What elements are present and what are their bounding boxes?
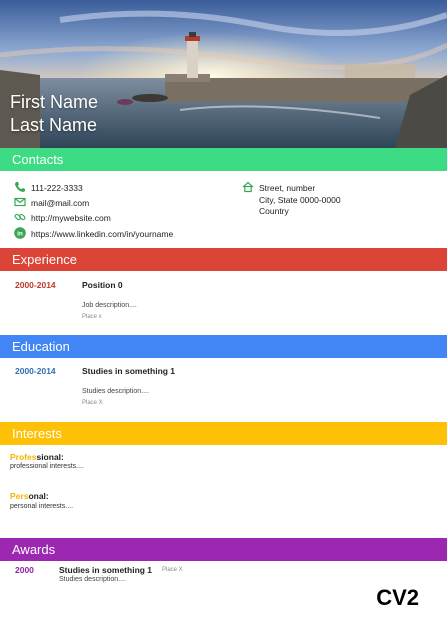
personal-label-highlight: Pers — [10, 491, 29, 501]
experience-header: Experience — [0, 248, 447, 271]
experience-description: Job description.... — [82, 302, 137, 309]
phone-icon — [15, 182, 25, 192]
experience-position: Position 0 — [82, 280, 123, 290]
contacts-header: Contacts — [0, 148, 447, 171]
personal-label-rest: onal: — [28, 491, 49, 501]
professional-label: Professional: — [10, 452, 64, 462]
address-line-1: Street, number — [259, 183, 316, 193]
education-description: Studies description.... — [82, 388, 149, 395]
first-name: First Name — [10, 92, 99, 112]
experience-dates: 2000-2014 — [15, 280, 56, 290]
svg-text:in: in — [17, 230, 23, 237]
home-icon — [242, 181, 254, 193]
link-icon — [14, 213, 26, 221]
cv-version-label: CV2 — [376, 585, 419, 610]
personal-label: Personal: — [10, 491, 49, 501]
awards-title: Studies in something 1 — [59, 565, 153, 575]
education-dates: 2000-2014 — [15, 366, 56, 376]
linkedin-icon: in — [14, 227, 26, 239]
linkedin-link[interactable]: https://www.linkedin.com/in/yourname — [31, 229, 173, 239]
education-header: Education — [0, 335, 447, 358]
personal-interests: personal interests.... — [10, 503, 74, 510]
website-link[interactable]: http://mywebsite.com — [31, 213, 111, 223]
awards-place: Place X — [162, 567, 183, 573]
address-line-3: Country — [259, 206, 289, 216]
awards-description: Studies description.... — [59, 576, 126, 583]
mail-icon — [14, 197, 26, 207]
header-photo: First Name Last Name — [0, 0, 447, 148]
email-link[interactable]: mail@mail.com — [31, 198, 89, 208]
awards-year: 2000 — [15, 565, 34, 575]
experience-place: Place x — [82, 314, 102, 320]
interests-header: Interests — [0, 422, 447, 445]
professional-interests: professional interests.... — [10, 463, 84, 470]
education-degree: Studies in something 1 — [82, 366, 176, 376]
education-place: Place X — [82, 400, 103, 406]
awards-header: Awards — [0, 538, 447, 561]
professional-label-highlight: Profes — [10, 452, 37, 462]
last-name: Last Name — [10, 115, 98, 135]
address-line-2: City, State 0000-0000 — [259, 195, 341, 205]
phone-text: 111-222-3333 — [31, 183, 83, 193]
professional-label-rest: sional: — [36, 452, 64, 462]
